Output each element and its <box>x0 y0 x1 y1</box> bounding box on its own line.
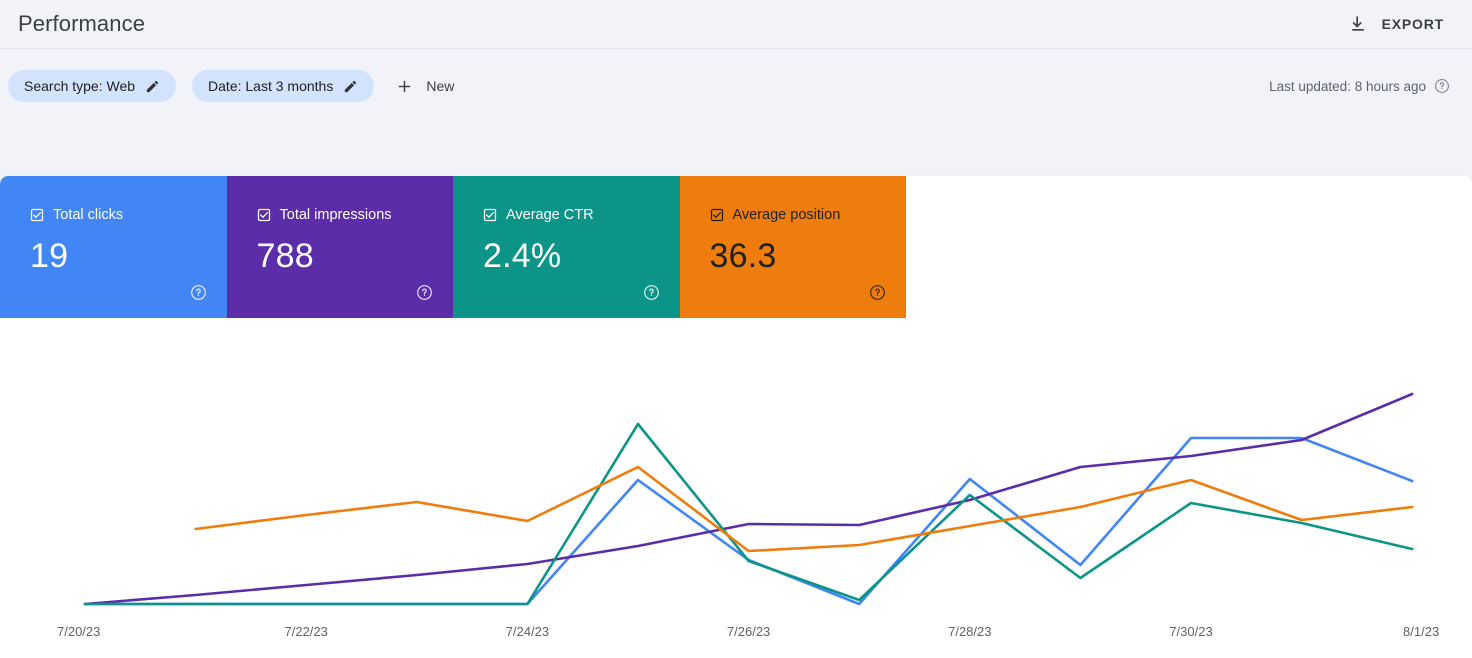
performance-panel: Total clicks 19 Total impressions 788 Averag… <box>0 176 1472 658</box>
checkbox-checked-icon[interactable] <box>483 208 497 222</box>
filter-chip-search-type-label: Search type: Web <box>24 78 136 94</box>
page-header: Performance EXPORT <box>0 0 1472 48</box>
filter-chip-date[interactable]: Date: Last 3 months <box>192 70 375 102</box>
performance-page: Performance EXPORT Search type: Web Date… <box>0 0 1472 658</box>
filter-chip-date-label: Date: Last 3 months <box>208 78 334 94</box>
export-button[interactable]: EXPORT <box>1346 10 1446 38</box>
x-axis-tick-label: 7/28/23 <box>948 624 991 639</box>
download-icon <box>1348 14 1368 34</box>
new-filter-button[interactable]: New <box>390 70 466 102</box>
metric-value: 2.4% <box>483 236 562 275</box>
page-title: Performance <box>18 11 146 36</box>
performance-chart[interactable]: 7/20/23 7/22/23 7/24/23 7/26/23 7/28/23 7/30/… <box>0 318 1472 658</box>
chart-line-total-impressions <box>83 392 1414 606</box>
metric-label: Average position <box>732 207 841 223</box>
last-updated-label: Last updated: 8 hours ago <box>1269 78 1426 94</box>
help-circle-icon[interactable] <box>643 284 660 301</box>
new-filter-label: New <box>426 78 455 94</box>
plus-icon <box>396 78 413 95</box>
metric-card-label-row: Average CTR <box>483 208 680 223</box>
checkbox-checked-icon[interactable] <box>257 208 271 222</box>
filter-chip-search-type[interactable]: Search type: Web <box>8 70 177 102</box>
chart-line-total-clicks <box>83 436 1414 606</box>
metric-card-label-row: Average position <box>710 208 907 223</box>
metric-card-label-row: Total impressions <box>257 208 454 223</box>
metric-card-average-ctr[interactable]: Average CTR 2.4% <box>453 176 680 318</box>
pencil-icon[interactable] <box>343 79 358 94</box>
help-circle-icon[interactable] <box>416 284 433 301</box>
metric-card-label-row: Total clicks <box>30 208 227 223</box>
chart-canvas[interactable]: 7/20/23 7/22/23 7/24/23 7/26/23 7/28/23 7/30/… <box>0 318 1472 658</box>
metric-card-total-clicks[interactable]: Total clicks 19 <box>0 176 227 318</box>
pencil-icon[interactable] <box>145 79 160 94</box>
x-axis-tick-label: 7/24/23 <box>506 624 549 639</box>
export-label: EXPORT <box>1381 16 1444 32</box>
metric-value: 788 <box>256 236 314 275</box>
chart-line-average-ctr <box>83 422 1414 606</box>
last-updated: Last updated: 8 hours ago <box>1269 78 1472 94</box>
metric-card-total-impressions[interactable]: Total impressions 788 <box>226 176 454 318</box>
metric-value: 36.3 <box>709 236 777 275</box>
metric-value: 19 <box>30 236 69 275</box>
metric-cards: Total clicks 19 Total impressions 788 Averag… <box>0 176 906 318</box>
help-circle-icon[interactable] <box>869 284 886 301</box>
x-axis-tick-label: 7/22/23 <box>285 624 328 639</box>
help-circle-icon[interactable] <box>1434 78 1450 94</box>
metric-label: Average CTR <box>506 207 594 223</box>
filter-bar: Search type: Web Date: Last 3 months New… <box>0 49 1472 123</box>
x-axis-tick-label: 7/20/23 <box>57 624 100 639</box>
x-axis-tick-label: 7/26/23 <box>727 624 770 639</box>
x-axis-tick-label: 7/30/23 <box>1169 624 1212 639</box>
metric-label: Total clicks <box>53 207 124 223</box>
help-circle-icon[interactable] <box>190 284 207 301</box>
metric-card-average-position[interactable]: Average position 36.3 <box>679 176 907 318</box>
checkbox-checked-icon[interactable] <box>30 208 44 222</box>
header-actions: EXPORT <box>1346 10 1472 38</box>
metric-label: Total impressions <box>279 207 392 223</box>
x-axis-tick-label: 8/1/23 <box>1403 624 1439 639</box>
checkbox-checked-icon[interactable] <box>710 208 724 222</box>
